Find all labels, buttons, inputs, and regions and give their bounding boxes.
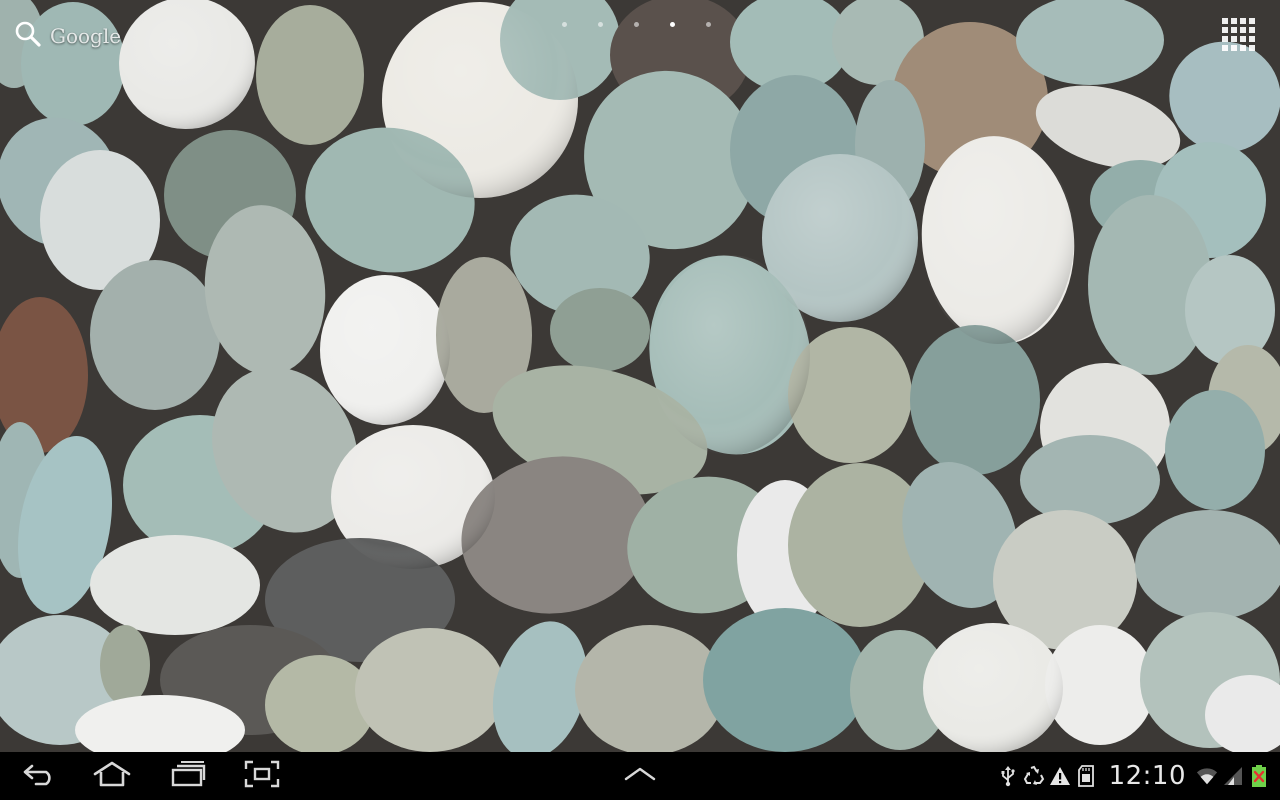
apps-grid-icon [1219,18,1261,60]
home-button[interactable] [86,758,138,794]
page-dot-active [670,22,675,27]
clock: 12:10 [1108,761,1186,791]
page-dot [706,22,711,27]
wifi-icon [1196,765,1218,787]
recent-apps-icon [170,761,206,791]
google-search-label: Google [50,24,122,48]
system-bar: 12:10 [0,752,1280,800]
chevron-up-icon [623,766,657,786]
tablet-home-screen: Google 12:10 [0,0,1280,800]
google-search-bar[interactable]: Google [14,16,121,56]
status-area[interactable]: 12:10 [997,752,1270,800]
screenshot-icon [244,760,280,792]
page-dot [634,22,639,27]
pebble-wallpaper [0,0,1280,752]
apps-grid-button[interactable] [1219,14,1261,56]
usb-icon [997,765,1019,787]
battery-icon [1248,765,1270,787]
home-icon [92,761,132,791]
page-dot [598,22,603,27]
screenshot-button[interactable] [236,758,288,794]
search-icon [14,20,42,52]
back-icon [22,762,58,790]
menu-up-button[interactable] [614,758,666,794]
page-dot [562,22,567,27]
warning-icon [1049,765,1071,787]
recycle-icon [1023,765,1045,787]
recent-apps-button[interactable] [162,758,214,794]
signal-icon [1222,765,1244,787]
back-button[interactable] [14,758,66,794]
sd-card-icon [1075,765,1097,787]
page-indicator [562,22,711,27]
